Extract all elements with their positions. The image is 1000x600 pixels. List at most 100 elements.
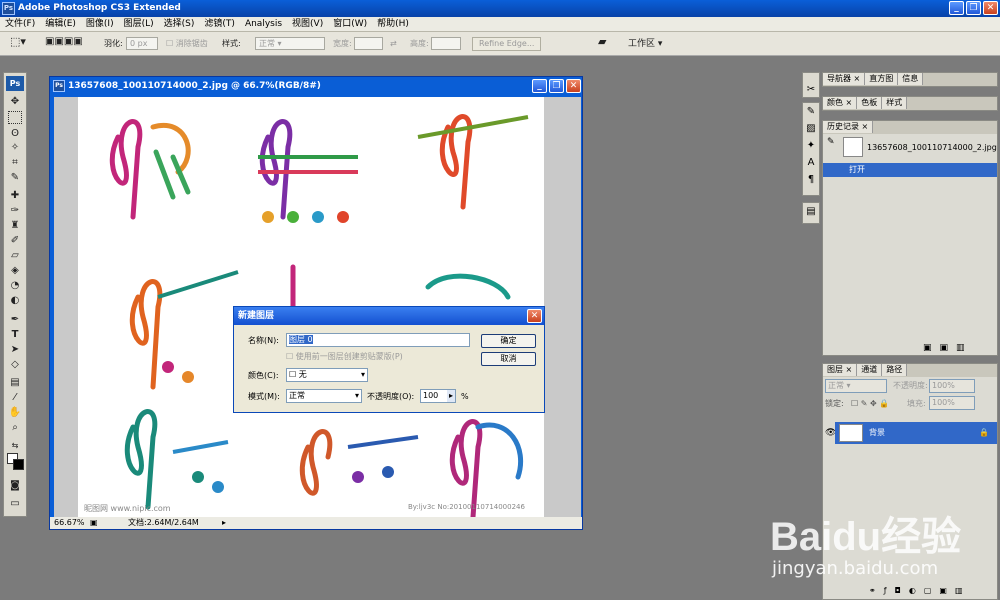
selection-mode-icons[interactable]: ▣▣▣▣ xyxy=(45,36,83,48)
paint-bucket-tool-icon[interactable]: ◈ xyxy=(8,264,22,277)
tab-history[interactable]: 历史记录 × xyxy=(823,121,874,133)
menu-select[interactable]: 选择(S) xyxy=(159,17,200,32)
magic-wand-tool-icon[interactable]: ✧ xyxy=(8,141,22,154)
app-title-bar: Ps Adobe Photoshop CS3 Extended _ ❐ ✕ xyxy=(0,0,1000,17)
opacity-input[interactable]: 100 ▸ xyxy=(420,389,456,403)
tab-styles[interactable]: 样式 xyxy=(882,97,908,109)
hand-tool-icon[interactable]: ✋ xyxy=(8,406,22,419)
status-icon[interactable]: ▣ xyxy=(90,517,98,529)
tab-layers[interactable]: 图层 × xyxy=(823,364,858,376)
slice-tool-icon[interactable]: ✎ xyxy=(8,171,22,184)
menu-filter[interactable]: 滤镜(T) xyxy=(199,17,240,32)
menu-image[interactable]: 图像(I) xyxy=(81,17,119,32)
move-tool-icon[interactable]: ✥ xyxy=(8,95,22,108)
clip-mask-label: 使用前一图层创建剪贴蒙版(P) xyxy=(295,352,403,361)
menu-analysis[interactable]: Analysis xyxy=(240,17,287,32)
stamp-tool-icon[interactable]: ♜ xyxy=(8,219,22,232)
style-select[interactable]: 正常 ▾ xyxy=(255,37,325,50)
color-select[interactable]: ☐ 无 ▾ xyxy=(286,368,368,382)
blend-mode-value: 正常 xyxy=(828,381,844,390)
tab-swatches[interactable]: 色板 xyxy=(857,97,883,109)
notes-tool-icon[interactable]: ▤ xyxy=(8,376,22,389)
pen-tool-icon[interactable]: ✒ xyxy=(8,313,22,326)
history-footer-icons[interactable]: ▣▣▥ xyxy=(923,343,973,353)
tab-paths[interactable]: 路径 xyxy=(882,364,908,376)
color-label: 颜色(C): xyxy=(248,371,279,380)
eyedropper-tool-icon[interactable]: ⁄ xyxy=(8,391,22,404)
menu-view[interactable]: 视图(V) xyxy=(287,17,328,32)
crop-tool-icon[interactable]: ⌗ xyxy=(8,156,22,169)
restore-button[interactable]: ❐ xyxy=(966,1,981,15)
healing-tool-icon[interactable]: ✚ xyxy=(8,189,22,202)
antialias-checkbox[interactable]: ☐ 消除锯齿 xyxy=(166,38,208,50)
dock-brush-icon[interactable]: ✎ xyxy=(803,103,819,120)
feather-input[interactable]: 0 px xyxy=(126,37,158,50)
ok-button[interactable]: 确定 xyxy=(481,334,536,348)
mode-select[interactable]: 正常 ▾ xyxy=(286,389,362,403)
doc-restore-button[interactable]: ❐ xyxy=(549,79,564,93)
fill-label: 填充: xyxy=(907,399,926,408)
minimize-button[interactable]: _ xyxy=(949,1,964,15)
bridge-icon[interactable]: ▰ xyxy=(598,36,606,48)
menu-window[interactable]: 窗口(W) xyxy=(328,17,372,32)
height-input[interactable] xyxy=(431,37,461,50)
dock-tools-icon[interactable]: ✂ xyxy=(803,81,819,98)
quick-mask-icon[interactable]: ◙ xyxy=(8,479,22,492)
marquee-tool-icon[interactable] xyxy=(8,111,22,124)
doc-minimize-button[interactable]: _ xyxy=(532,79,547,93)
dialog-close-button[interactable]: ✕ xyxy=(527,309,542,323)
layer-opacity-input[interactable]: 100% xyxy=(929,379,975,393)
tab-info[interactable]: 信息 xyxy=(898,73,924,85)
type-tool-icon[interactable]: T xyxy=(8,328,22,341)
lasso-tool-icon[interactable]: ʘ xyxy=(8,127,22,140)
background-color-swatch[interactable] xyxy=(13,459,24,470)
menu-file[interactable]: 文件(F) xyxy=(0,17,40,32)
tab-channels[interactable]: 通道 xyxy=(857,364,883,376)
dock-paragraph-icon[interactable]: ¶ xyxy=(803,171,819,188)
close-button[interactable]: ✕ xyxy=(983,1,998,15)
path-select-tool-icon[interactable]: ➤ xyxy=(8,343,22,356)
brush-tool-icon[interactable]: ✑ xyxy=(8,204,22,217)
refine-edge-button[interactable]: Refine Edge... xyxy=(472,37,542,51)
layer-row-background[interactable]: 背景 🔒 xyxy=(835,422,997,444)
tab-histogram[interactable]: 直方图 xyxy=(865,73,899,85)
tab-color[interactable]: 颜色 × xyxy=(823,97,858,109)
zoom-tool-icon[interactable]: ⌕ xyxy=(8,421,22,434)
fill-input[interactable]: 100% xyxy=(929,396,975,410)
swap-icon[interactable]: ⇄ xyxy=(390,38,397,50)
dock-layer-comps-icon[interactable]: ▤ xyxy=(803,203,819,220)
shape-tool-icon[interactable]: ◇ xyxy=(8,358,22,371)
dock-clone-icon[interactable]: ▨ xyxy=(803,120,819,137)
clip-mask-checkbox[interactable]: ☐ 使用前一图层创建剪贴蒙版(P) xyxy=(286,351,403,363)
swap-colors-icon[interactable]: ⇆ xyxy=(8,439,22,452)
tab-navigator[interactable]: 导航器 × xyxy=(823,73,866,85)
eraser-tool-icon[interactable]: ▱ xyxy=(8,249,22,262)
opacity-unit: % xyxy=(461,392,469,401)
dodge-tool-icon[interactable]: ◐ xyxy=(8,294,22,307)
history-snapshot-name[interactable]: 13657608_100110714000_2.jpg xyxy=(867,143,997,152)
dock-character-icon[interactable]: A xyxy=(803,154,819,171)
history-brush-tool-icon[interactable]: ✐ xyxy=(8,234,22,247)
doc-close-button[interactable]: ✕ xyxy=(566,79,581,93)
workspace-button[interactable]: 工作区 ▾ xyxy=(628,38,662,50)
menu-help[interactable]: 帮助(H) xyxy=(372,17,414,32)
status-arrow-icon[interactable]: ▸ xyxy=(222,517,226,529)
document-title-bar[interactable]: Ps 13657608_100110714000_2.jpg @ 66.7%(R… xyxy=(50,77,582,95)
menu-edit[interactable]: 编辑(E) xyxy=(40,17,81,32)
zoom-level[interactable]: 66.67% xyxy=(54,517,85,529)
document-window: Ps 13657608_100110714000_2.jpg @ 66.7%(R… xyxy=(49,76,583,530)
history-snapshot-thumbnail[interactable] xyxy=(843,137,863,157)
document-title: 13657608_100110714000_2.jpg @ 66.7%(RGB/… xyxy=(68,81,321,91)
cancel-button[interactable]: 取消 xyxy=(481,352,536,366)
screen-mode-icon[interactable]: ▭ xyxy=(8,497,22,510)
menu-layer[interactable]: 图层(L) xyxy=(119,17,159,32)
blend-mode-select[interactable]: 正常 ▾ xyxy=(825,379,887,393)
lock-icons[interactable]: ☐ ✎ ✥ 🔒 xyxy=(851,398,889,410)
layer-name-input[interactable]: 图层 0 xyxy=(286,333,470,347)
dock-tool-presets-icon[interactable]: ✦ xyxy=(803,137,819,154)
blur-tool-icon[interactable]: ◔ xyxy=(8,279,22,292)
history-brush-source-icon[interactable]: ✎ xyxy=(827,137,841,159)
width-input[interactable] xyxy=(354,37,383,50)
marquee-preset-icon[interactable]: ⬚▾ xyxy=(10,36,26,48)
history-item-open[interactable]: 打开 xyxy=(823,163,997,177)
